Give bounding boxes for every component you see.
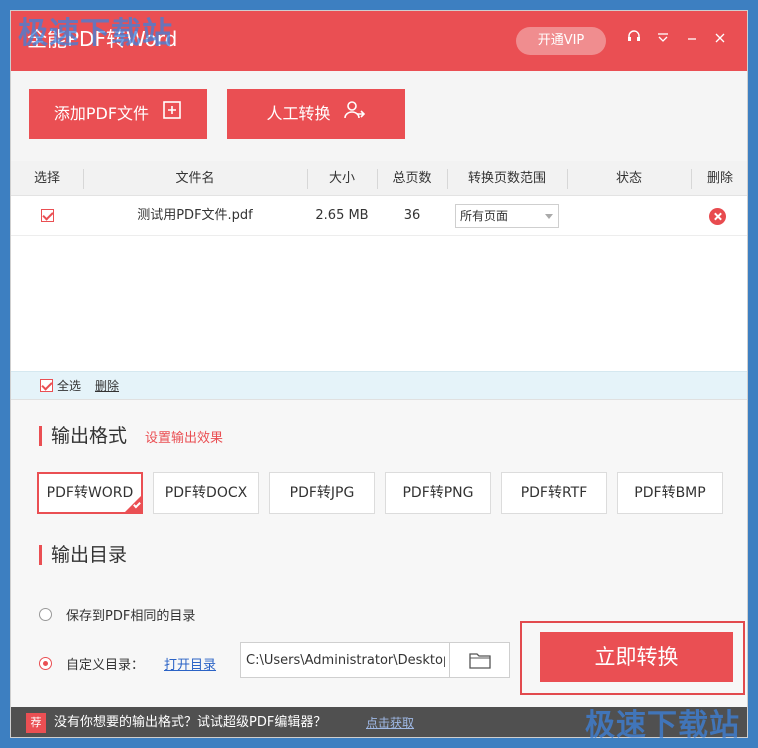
chevron-down-icon bbox=[545, 214, 553, 219]
table-row[interactable]: 测试用PDF文件.pdf 2.65 MB 36 所有页面 bbox=[11, 196, 747, 236]
format-bmp-button[interactable]: PDF转BMP bbox=[617, 472, 723, 514]
watermark-top: 极速下载站 bbox=[18, 16, 173, 51]
col-range: 转换页数范围 bbox=[467, 171, 546, 186]
output-dir-title: 输出目录 bbox=[39, 543, 127, 567]
manual-convert-label: 人工转换 bbox=[266, 104, 331, 123]
row-checkbox[interactable] bbox=[40, 209, 54, 222]
file-table: 选择 文件名 大小 总页数 转换页数范围 状态 删除 测试用PDF文件.pdf … bbox=[11, 161, 747, 371]
output-format-title: 输出格式 bbox=[39, 424, 127, 448]
table-header: 选择 文件名 大小 总页数 转换页数范围 状态 删除 bbox=[11, 161, 747, 196]
add-pdf-button[interactable]: 添加PDF文件 bbox=[29, 89, 207, 139]
format-word-button[interactable]: PDF转WORD bbox=[37, 472, 143, 514]
menu-icon[interactable] bbox=[652, 29, 674, 51]
browse-folder-button[interactable] bbox=[449, 642, 510, 678]
row-checkbox-cell bbox=[11, 196, 83, 236]
col-pages: 总页数 bbox=[392, 171, 432, 186]
delete-selected-link[interactable]: 删除 bbox=[95, 372, 119, 400]
close-icon[interactable] bbox=[709, 29, 731, 51]
format-jpg-button[interactable]: PDF转JPG bbox=[269, 472, 375, 514]
col-size: 大小 bbox=[328, 171, 355, 186]
select-bar: 全选 删除 bbox=[11, 371, 747, 400]
minimize-icon[interactable] bbox=[681, 29, 703, 51]
page-range-select[interactable]: 所有页面 bbox=[455, 204, 559, 228]
check-icon bbox=[133, 500, 141, 509]
recommend-badge: 荐 bbox=[26, 713, 46, 733]
plus-box-icon bbox=[162, 90, 182, 140]
add-pdf-label: 添加PDF文件 bbox=[53, 104, 150, 123]
format-png-button[interactable]: PDF转PNG bbox=[385, 472, 491, 514]
user-arrow-icon bbox=[343, 90, 366, 140]
custom-dir-label: 自定义目录： bbox=[66, 658, 145, 673]
page-range-value: 所有页面 bbox=[460, 209, 509, 223]
vip-button[interactable]: 开通VIP bbox=[516, 27, 606, 55]
format-docx-button[interactable]: PDF转DOCX bbox=[153, 472, 259, 514]
custom-dir-radio[interactable] bbox=[39, 657, 52, 670]
convert-now-button[interactable]: 立即转换 bbox=[540, 632, 733, 682]
same-dir-label: 保存到PDF相同的目录 bbox=[66, 609, 196, 624]
row-filename: 测试用PDF文件.pdf bbox=[137, 208, 253, 223]
watermark-bottom: 极速下载站 bbox=[585, 708, 740, 743]
col-delete: 删除 bbox=[706, 171, 733, 186]
support-icon[interactable] bbox=[623, 29, 645, 51]
promo-link[interactable]: 点击获取 bbox=[366, 707, 414, 737]
delete-row-icon[interactable] bbox=[709, 208, 726, 225]
app-window: 全能PDF转Word 开通VIP 添加PDF文件 人工转换 选择 文件名 大小 … bbox=[10, 10, 748, 738]
output-settings-link[interactable]: 设置输出效果 bbox=[145, 427, 223, 446]
promo-text: 没有你想要的输出格式？试试超级PDF编辑器？ bbox=[54, 715, 327, 730]
row-pages: 36 bbox=[403, 208, 421, 223]
row-size: 2.65 MB bbox=[315, 208, 369, 223]
toolbar: 添加PDF文件 人工转换 bbox=[11, 71, 747, 161]
format-rtf-button[interactable]: PDF转RTF bbox=[501, 472, 607, 514]
output-path-input[interactable] bbox=[240, 642, 450, 678]
same-dir-radio[interactable] bbox=[39, 608, 52, 621]
format-word-label: PDF转WORD bbox=[46, 485, 134, 501]
col-select: 选择 bbox=[33, 171, 60, 186]
col-status: 状态 bbox=[615, 171, 642, 186]
col-filename: 文件名 bbox=[175, 171, 215, 186]
select-all-checkbox[interactable] bbox=[40, 379, 53, 392]
folder-icon bbox=[469, 651, 491, 673]
open-dir-link[interactable]: 打开目录 bbox=[164, 654, 216, 673]
settings-panel: 输出格式 设置输出效果 PDF转WORD PDF转DOCX PDF转JPG PD… bbox=[11, 399, 747, 707]
manual-convert-button[interactable]: 人工转换 bbox=[227, 89, 405, 139]
row-status bbox=[567, 196, 691, 236]
select-all-label[interactable]: 全选 bbox=[57, 372, 81, 400]
